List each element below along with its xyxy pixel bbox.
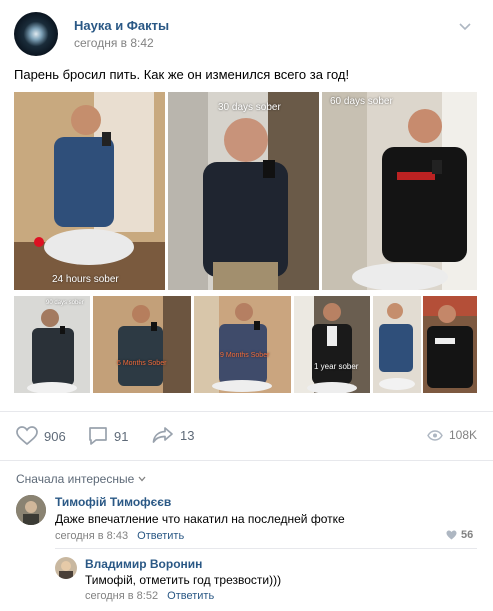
photo-1[interactable]: 24 hours sober: [14, 92, 165, 290]
comment-icon: [89, 427, 107, 445]
chevron-down-icon: [138, 476, 146, 482]
avatar-image: [16, 495, 46, 525]
comment-count: 91: [114, 428, 129, 444]
photo-caption: 90 days sober: [46, 300, 84, 306]
share-icon: [152, 427, 173, 443]
group-name-link[interactable]: Наука и Факты: [74, 18, 169, 33]
comment-like-button[interactable]: 56: [446, 529, 473, 541]
comment-like-count: 56: [461, 529, 474, 541]
avatar[interactable]: [55, 557, 77, 579]
avatar-image: [55, 557, 77, 579]
comments-sort-dropdown[interactable]: Сначала интересные: [16, 472, 146, 486]
comment-button[interactable]: 91: [88, 426, 128, 446]
reply-button[interactable]: Ответить: [167, 590, 214, 602]
photo-4[interactable]: 90 days sober: [14, 296, 90, 393]
photo-caption: 1 year sober: [314, 362, 359, 371]
group-avatar[interactable]: [14, 12, 58, 56]
comment-meta: сегодня в 8:43 Ответить: [55, 530, 184, 542]
reply-button[interactable]: Ответить: [137, 530, 184, 542]
photo-caption: 6 Months Sober: [117, 360, 167, 367]
divider: [55, 548, 477, 549]
comment-text: Тимофій, отметить год трезвости))): [85, 573, 282, 587]
sort-label: Сначала интересные: [16, 472, 135, 486]
comment-time[interactable]: сегодня в 8:43: [55, 530, 128, 542]
photo-5-image: [93, 296, 191, 393]
photo-6-image: [194, 296, 291, 393]
post-text: Парень бросил пить. Как же он изменился …: [14, 67, 350, 82]
photo-7-image: [294, 296, 370, 393]
share-button[interactable]: 13: [152, 426, 194, 444]
share-count: 13: [180, 427, 195, 443]
eye-icon: [427, 429, 443, 441]
photo-3[interactable]: 60 days sober: [322, 92, 477, 290]
post-actions: 906 91 13 108K: [0, 418, 493, 452]
divider: [0, 411, 493, 412]
divider: [0, 460, 493, 461]
photo-2-image: [168, 92, 319, 290]
photo-8-image: [373, 296, 421, 393]
photo-4-image: [14, 296, 90, 393]
heart-icon: [446, 530, 457, 540]
photo-caption: 30 days sober: [218, 102, 281, 113]
heart-icon: [16, 426, 38, 446]
photo-1-image: [14, 92, 165, 290]
photo-7[interactable]: 1 year sober: [294, 296, 370, 393]
comment-author-link[interactable]: Тимофій Тимофєєв: [55, 495, 171, 509]
avatar[interactable]: [16, 495, 46, 525]
photo-caption: 9 Months Sober: [220, 352, 270, 359]
post-time[interactable]: сегодня в 8:42: [74, 36, 154, 50]
like-count: 906: [44, 428, 66, 444]
photo-caption: 24 hours sober: [52, 274, 119, 285]
photo-2[interactable]: 30 days sober: [168, 92, 319, 290]
photo-5[interactable]: 6 Months Sober: [93, 296, 191, 393]
photo-9-image: [423, 296, 477, 393]
comment-meta: сегодня в 8:52 Ответить: [85, 590, 214, 602]
post-header: Наука и Факты сегодня в 8:42: [14, 12, 479, 56]
views-counter: 108K: [427, 428, 477, 442]
comment-time[interactable]: сегодня в 8:52: [85, 590, 158, 602]
comment-author-link[interactable]: Владимир Воронин: [85, 557, 202, 571]
views-count: 108K: [448, 428, 477, 442]
photo-8[interactable]: [373, 296, 421, 393]
photo-caption: 60 days sober: [330, 96, 393, 107]
chevron-down-icon[interactable]: [459, 20, 471, 32]
photo-6[interactable]: 9 Months Sober: [194, 296, 291, 393]
photo-3-image: [322, 92, 477, 290]
like-button[interactable]: 906: [16, 426, 66, 446]
comment-text: Даже впечатление что накатил на последне…: [55, 512, 345, 526]
photo-9[interactable]: [423, 296, 477, 393]
